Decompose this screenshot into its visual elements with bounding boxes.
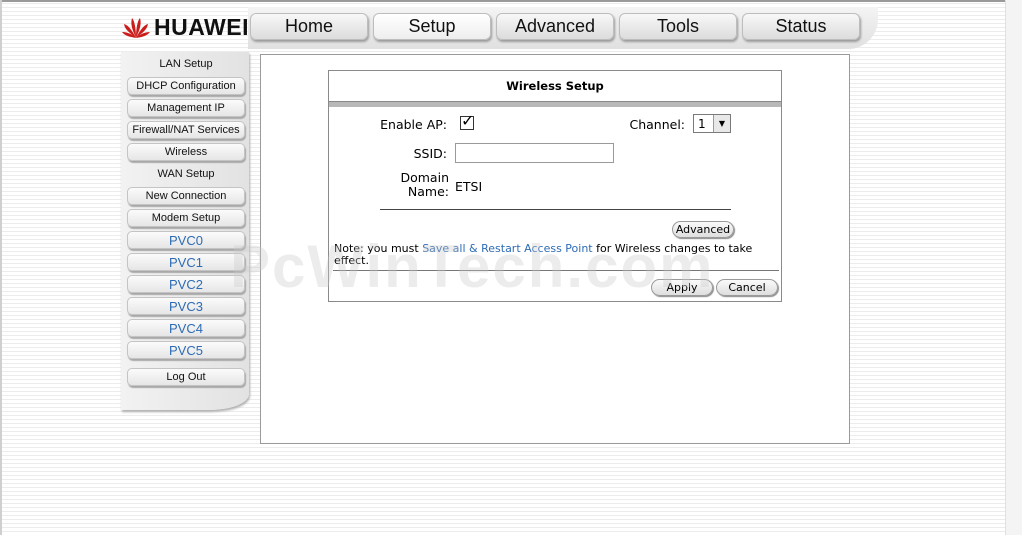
sidebar-item-modem-setup[interactable]: Modem Setup — [127, 209, 245, 227]
tab-advanced[interactable]: Advanced — [496, 13, 614, 40]
apply-button[interactable]: Apply — [651, 279, 713, 296]
domain-name-value: ETSI — [455, 179, 483, 194]
sidebar-item-pvc1[interactable]: PVC1 — [127, 253, 245, 271]
sidebar-heading-lan-setup: LAN Setup — [159, 58, 213, 70]
ssid-input[interactable] — [455, 143, 614, 163]
tab-tools[interactable]: Tools — [619, 13, 737, 40]
restart-note: Note: you must Save all & Restart Access… — [334, 243, 774, 267]
channel-label: Channel: — [629, 117, 685, 132]
channel-select[interactable]: 1 ▼ — [693, 114, 731, 133]
channel-value: 1 — [698, 117, 706, 131]
ssid-label: SSID: — [413, 146, 447, 161]
huawei-logo: HUAWEI — [122, 13, 249, 41]
enable-ap-checkbox[interactable]: ✓ — [460, 111, 474, 130]
scrollbar-track[interactable] — [1005, 0, 1022, 535]
advanced-button[interactable]: Advanced — [672, 221, 734, 238]
domain-label-line1: Domain — [400, 170, 449, 185]
tab-home[interactable]: Home — [250, 13, 368, 40]
sidebar-item-wireless[interactable]: Wireless — [127, 143, 245, 161]
sidebar-item-pvc2[interactable]: PVC2 — [127, 275, 245, 293]
sidebar-item-new-connection[interactable]: New Connection — [127, 187, 245, 205]
domain-name-label: Domain Name: — [369, 171, 449, 199]
enable-ap-label: Enable AP: — [380, 117, 447, 132]
sidebar: LAN Setup DHCP Configuration Management … — [121, 52, 249, 410]
huawei-petal-icon — [122, 18, 150, 38]
cancel-button[interactable]: Cancel — [716, 279, 778, 296]
footer-divider — [333, 270, 779, 271]
sidebar-item-dhcp-configuration[interactable]: DHCP Configuration — [127, 77, 245, 95]
domain-label-line2: Name: — [407, 184, 449, 199]
tab-status[interactable]: Status — [742, 13, 860, 40]
checkmark-icon: ✓ — [461, 111, 475, 130]
wireless-setup-panel: Wireless Setup Enable AP: ✓ Channel: 1 ▼… — [328, 70, 782, 302]
window-top-border — [0, 0, 1022, 2]
sidebar-item-pvc0[interactable]: PVC0 — [127, 231, 245, 249]
sidebar-item-firewall-nat[interactable]: Firewall/NAT Services — [127, 121, 245, 139]
sidebar-item-pvc3[interactable]: PVC3 — [127, 297, 245, 315]
sidebar-item-pvc4[interactable]: PVC4 — [127, 319, 245, 337]
section-divider — [380, 209, 731, 210]
window-left-border — [0, 0, 2, 535]
sidebar-item-pvc5[interactable]: PVC5 — [127, 341, 245, 359]
sidebar-item-management-ip[interactable]: Management IP — [127, 99, 245, 117]
title-divider — [329, 101, 781, 107]
save-restart-link[interactable]: Save all & Restart Access Point — [422, 242, 592, 255]
brand-name: HUAWEI — [154, 13, 249, 40]
tab-setup[interactable]: Setup — [373, 13, 491, 40]
chevron-down-icon[interactable]: ▼ — [713, 115, 730, 132]
panel-title: Wireless Setup — [506, 79, 604, 93]
top-nav: Home Setup Advanced Tools Status — [248, 7, 878, 49]
logout-button[interactable]: Log Out — [127, 368, 245, 386]
sidebar-heading-wan-setup: WAN Setup — [157, 168, 215, 180]
